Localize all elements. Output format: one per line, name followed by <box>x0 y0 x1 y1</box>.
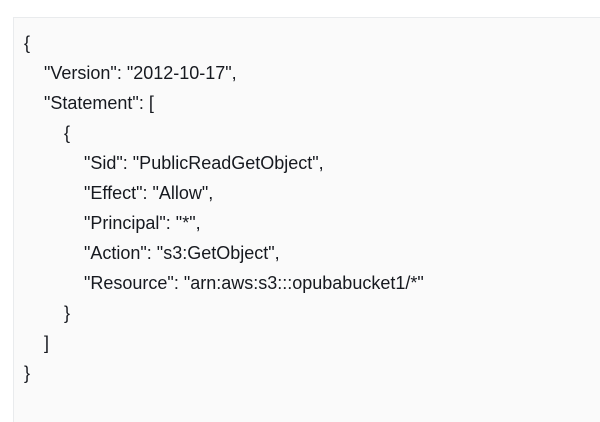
code-line-statement-open: { <box>64 123 71 143</box>
code-line-principal: "Principal": "*", <box>84 213 201 233</box>
code-line-version: "Version": "2012-10-17", <box>44 63 237 83</box>
code-line-array-close: ] <box>44 333 50 353</box>
code-line-open-brace: { <box>24 33 31 53</box>
code-line-sid: "Sid": "PublicReadGetObject", <box>84 153 324 173</box>
code-line-resource: "Resource": "arn:aws:s3:::opubabucket1/*… <box>84 273 424 293</box>
code-line-statement: "Statement": [ <box>44 93 154 113</box>
code-line-close-brace: } <box>24 363 31 383</box>
code-line-action: "Action": "s3:GetObject", <box>84 243 280 263</box>
code-line-statement-close: } <box>64 303 71 323</box>
code-panel: { "Version": "2012-10-17", "Statement": … <box>13 17 600 422</box>
policy-code-block: { "Version": "2012-10-17", "Statement": … <box>24 28 424 388</box>
code-line-effect: "Effect": "Allow", <box>84 183 214 203</box>
